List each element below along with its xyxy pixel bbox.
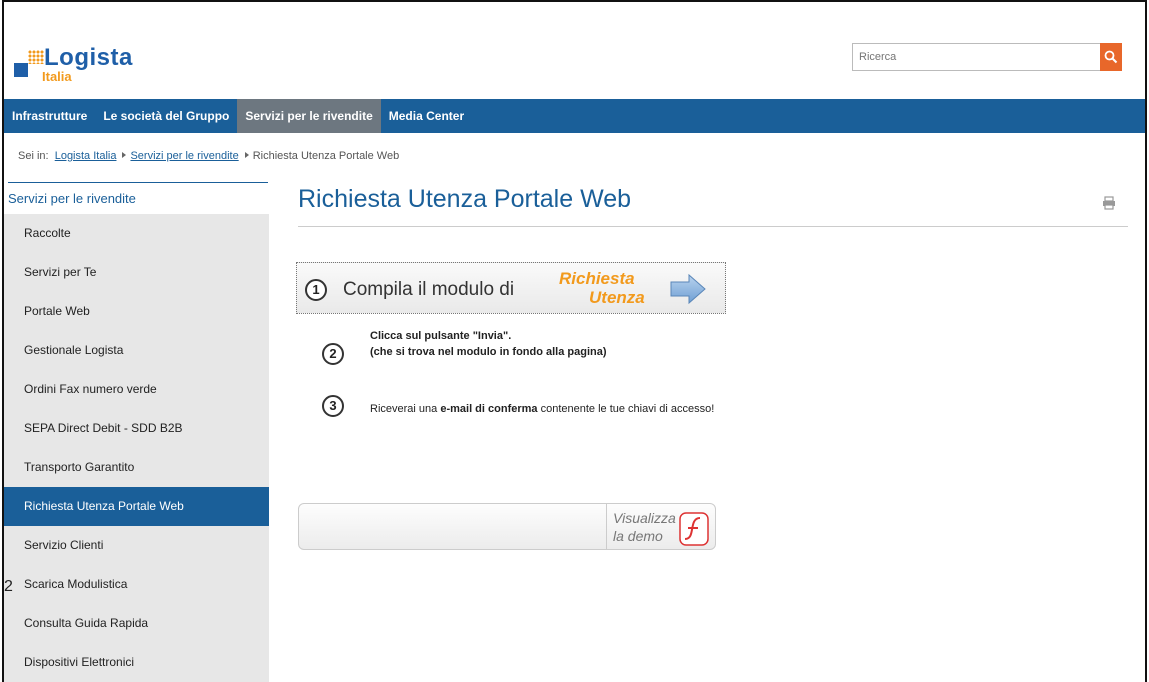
arrow-right-icon [670,273,706,305]
search-icon [1104,50,1118,64]
sidebar-title: Servizi per le rivendite [8,182,268,214]
step-number-1: 1 [305,279,327,301]
step3-pre: Riceverai una [370,403,441,415]
sidebar-item-portale-web[interactable]: Portale Web [4,292,269,331]
sidebar-item-dispositivi[interactable]: Dispositivi Elettronici [4,643,269,682]
demo-button[interactable]: Visualizza la demo [298,503,716,550]
sidebar-item-richiesta-utenza[interactable]: Richiesta Utenza Portale Web [4,487,269,526]
search-input[interactable] [852,43,1102,71]
breadcrumb-prefix: Sei in: [18,150,49,162]
logo[interactable]: Logista Italia [14,44,154,86]
step2-line2: (che si trova nel modulo in fondo alla p… [370,346,607,358]
sidebar-item-guida-rapida[interactable]: Consulta Guida Rapida [4,604,269,643]
breadcrumb: Sei in: Logista Italia Servizi per le riv… [18,150,399,162]
sidebar-item-sepa[interactable]: SEPA Direct Debit - SDD B2B [4,409,269,448]
flash-icon [679,512,709,546]
sidebar: Raccolte Servizi per Te Portale Web Gest… [4,214,269,682]
logo-square-icon [14,63,28,77]
compila-modulo-button[interactable]: 1 Compila il modulo di Richiesta Utenza [296,262,726,314]
nav-media-center[interactable]: Media Center [381,99,472,133]
step3-bold: e-mail di conferma [440,403,538,415]
step1-highlight-richiesta: Richiesta [559,269,635,288]
step1-highlight-utenza: Utenza [589,288,645,307]
nav-societa-gruppo[interactable]: Le società del Gruppo [95,99,237,133]
step-number-2: 2 [322,343,344,365]
breadcrumb-current: Richiesta Utenza Portale Web [252,150,400,162]
breadcrumb-link-servizi[interactable]: Servizi per le rivendite [130,150,238,162]
logo-dots-icon [28,50,44,64]
sidebar-item-trasporto[interactable]: Transporto Garantito [4,448,269,487]
sidebar-item-ordini-fax[interactable]: Ordini Fax numero verde [4,370,269,409]
stray-text: 2 [4,578,13,595]
step3-text: Riceverai una e-mail di conferma contene… [370,403,714,415]
page-title: Richiesta Utenza Portale Web [298,185,632,213]
nav-servizi-rivendite[interactable]: Servizi per le rivendite [237,99,381,133]
print-button[interactable] [1102,196,1116,215]
sidebar-item-gestionale[interactable]: Gestionale Logista [4,331,269,370]
step1-text: Compila il modulo di [343,279,515,300]
breadcrumb-separator-icon [244,152,249,158]
main-nav: Infrastrutture Le società del Gruppo Ser… [4,99,1145,133]
breadcrumb-link-home[interactable]: Logista Italia [55,150,117,162]
sidebar-item-servizio-clienti[interactable]: Servizio Clienti [4,526,269,565]
demo-label-line1: Visualizza [613,510,676,526]
breadcrumb-separator-icon [122,152,127,158]
sidebar-item-raccolte[interactable]: Raccolte [4,214,269,253]
step-number-3: 3 [322,395,344,417]
search-button[interactable] [1100,43,1122,71]
nav-infrastrutture[interactable]: Infrastrutture [4,99,95,133]
step3-post: contenente le tue chiavi di accesso! [537,403,715,415]
demo-label-line2: la demo [613,528,663,544]
demo-divider [606,504,607,549]
title-divider [298,226,1128,227]
search-box [852,43,1122,71]
sidebar-item-servizi-per-te[interactable]: Servizi per Te [4,253,269,292]
step2-line1: Clicca sul pulsante "Invia". [370,330,512,342]
logo-subtitle: Italia [42,69,72,84]
logo-name: Logista [44,44,133,71]
print-icon [1103,196,1115,210]
sidebar-item-modulistica[interactable]: Scarica Modulistica [4,565,269,604]
